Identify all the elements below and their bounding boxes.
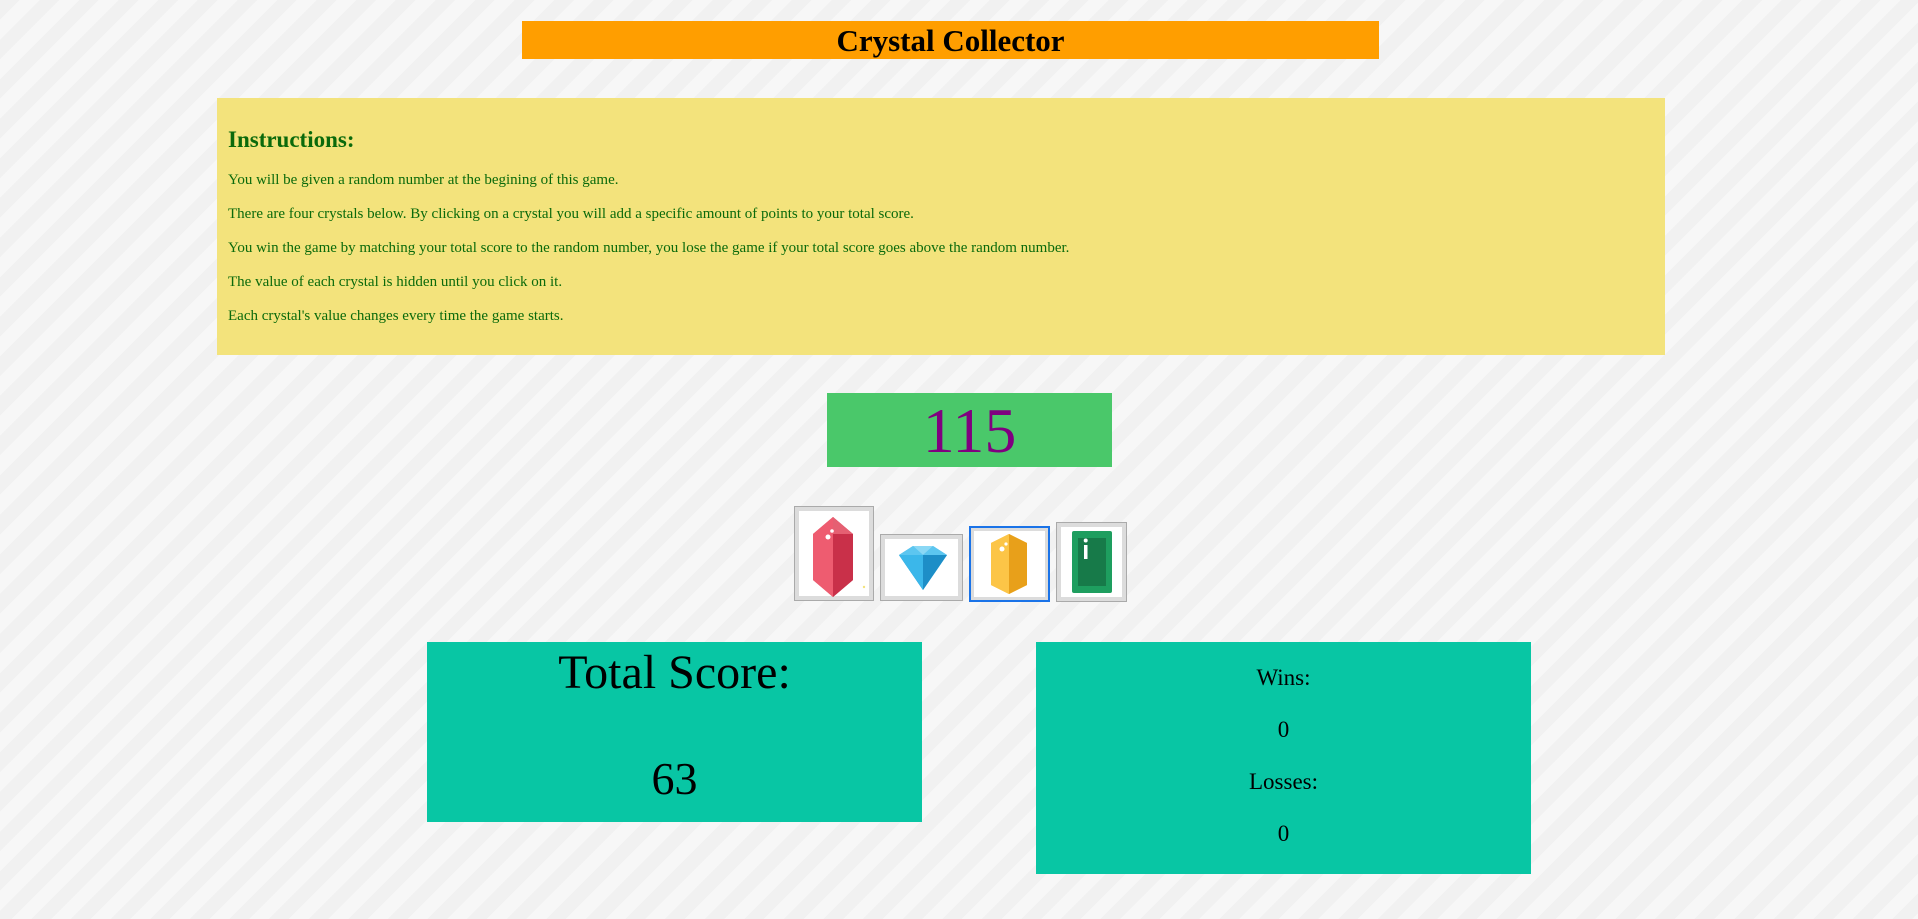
instruction-line: The value of each crystal is hidden unti…	[228, 274, 563, 290]
red-crystal-icon	[813, 517, 866, 597]
instructions-heading: Instructions:	[228, 127, 355, 152]
losses-value: 0	[1277, 821, 1290, 846]
green-emerald-icon	[1072, 531, 1112, 593]
wins-label: Wins:	[1256, 665, 1311, 690]
page-title: Crystal Collector	[836, 23, 1065, 58]
total-score-value: 63	[651, 753, 698, 804]
title-bar: Crystal Collector	[522, 21, 1379, 59]
crystal-button-yellow[interactable]	[969, 526, 1050, 602]
stats-panel: Wins: 0 Losses: 0	[1036, 642, 1531, 874]
total-score-label: Total Score:	[558, 646, 791, 699]
instructions-panel: Instructions: You will be given a random…	[217, 98, 1665, 355]
instruction-line: You win the game by matching your total …	[228, 240, 1070, 256]
yellow-crystal-icon	[991, 534, 1027, 594]
blue-diamond-icon	[899, 546, 947, 590]
instruction-line: There are four crystals below. By clicki…	[228, 206, 914, 222]
crystal-button-red[interactable]	[794, 506, 874, 601]
instruction-line: You will be given a random number at the…	[228, 172, 619, 188]
instruction-line: Each crystal's value changes every time …	[228, 308, 564, 324]
target-number: 115	[922, 395, 1017, 466]
wins-value: 0	[1277, 717, 1290, 742]
total-score-panel: Total Score: 63	[427, 642, 922, 822]
crystal-button-blue[interactable]	[880, 534, 963, 601]
target-number-box: 115	[827, 393, 1112, 467]
losses-label: Losses:	[1249, 769, 1318, 794]
crystal-button-green[interactable]	[1056, 522, 1127, 602]
